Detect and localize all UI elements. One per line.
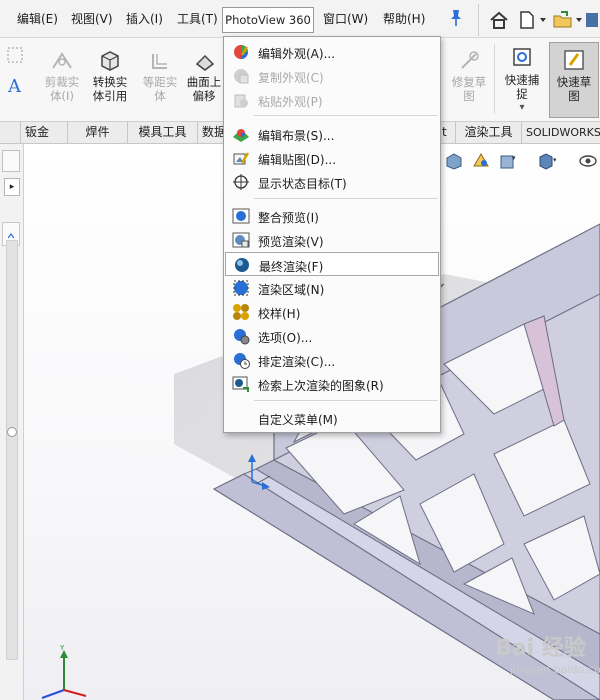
menu-item-recall-last-render[interactable]: 检索上次渲染的图象(R)	[225, 372, 439, 396]
menu-item-schedule-render[interactable]: 排定渲染(C)...	[225, 348, 439, 372]
menu-view[interactable]: 视图(V)	[71, 10, 113, 27]
expand-arrow-icon[interactable]: ▸	[4, 178, 20, 196]
schedule-render-icon	[234, 353, 250, 369]
menu-photoview360[interactable]: PhotoView 360	[222, 7, 314, 33]
paste-appearance-icon	[234, 94, 248, 108]
chevron-up-icon[interactable]	[7, 228, 15, 239]
render-region-icon	[233, 280, 249, 296]
menu-item-edit-appearance[interactable]: 编辑外观(A)...	[225, 40, 439, 64]
ribbon-separator	[494, 44, 495, 114]
menu-item-render-region[interactable]: 渲染区域(N)	[225, 276, 439, 300]
menu-item-integrated-preview[interactable]: 整合预览(I)	[225, 204, 439, 228]
convert-entities-button[interactable]: 转换实 体引用	[86, 50, 134, 103]
quick-snaps-icon	[513, 48, 531, 66]
feature-manager-panel: ▸	[0, 144, 24, 700]
menu-item-paste-appearance[interactable]: 粘贴外观(P)	[225, 88, 439, 112]
menu-item-preview-render[interactable]: 预览渲染(V)	[225, 228, 439, 252]
edit-appearance-icon	[234, 45, 249, 59]
menu-window[interactable]: 窗口(W)	[323, 10, 368, 27]
menu-insert[interactable]: 插入(I)	[126, 10, 163, 27]
menu-item-final-render[interactable]: 最终渲染(F)	[225, 252, 439, 276]
tab-solidworks[interactable]: SOLIDWORKS	[522, 122, 600, 144]
open-folder-icon[interactable]	[553, 10, 573, 30]
offset-on-surface-button[interactable]: 曲面上 偏移	[185, 50, 223, 103]
repair-sketch-icon	[461, 51, 479, 69]
chevron-down-icon[interactable]	[540, 18, 546, 22]
trim-entities-button[interactable]: 剪裁实 体(I)	[40, 50, 84, 103]
pin-icon[interactable]	[449, 9, 463, 27]
menu-item-show-state-target[interactable]: 显示状态目标(T)	[225, 170, 439, 194]
view-triad-icon: Y	[41, 644, 87, 699]
svg-text:A: A	[7, 76, 22, 97]
options-icon	[234, 329, 250, 345]
menu-item-proof[interactable]: 校样(H)	[225, 300, 439, 324]
edit-scene-icon	[233, 129, 249, 142]
offset-entities-button[interactable]: 等距实 体	[138, 50, 182, 103]
copy-appearance-icon	[234, 69, 249, 84]
final-render-icon	[235, 258, 249, 272]
preview-render-icon	[232, 232, 250, 248]
integrated-preview-icon	[232, 208, 250, 224]
menu-bar: 编辑(E) 视图(V) 插入(I) 工具(T) PhotoView 360 窗口…	[0, 0, 600, 38]
repair-sketch-button[interactable]: 修复草 图	[447, 50, 491, 103]
proof-icon	[233, 304, 249, 320]
menu-item-customize-menu[interactable]: 自定义菜单(M)	[225, 406, 439, 430]
panel-tab[interactable]	[2, 150, 20, 172]
quick-access-toolbar	[478, 4, 600, 36]
menu-item-copy-appearance[interactable]: 复制外观(C)	[225, 64, 439, 88]
baidu-watermark-url: jingyan.baidu.com	[510, 663, 600, 676]
offset-icon	[152, 54, 167, 69]
tab-sheet-metal[interactable]: 钣金	[20, 122, 68, 144]
home-icon[interactable]	[489, 10, 509, 30]
edit-decal-icon	[233, 152, 250, 165]
trim-icon	[52, 52, 72, 69]
menu-item-edit-decal[interactable]: 编辑贴图(D)...	[225, 146, 439, 170]
menu-edit[interactable]: 编辑(E)	[17, 10, 58, 27]
menu-item-edit-scene[interactable]: 编辑布景(S)...	[225, 122, 439, 146]
menu-help[interactable]: 帮助(H)	[383, 10, 425, 27]
photoview360-menu: 编辑外观(A)... 复制外观(C) 粘贴外观(P) 编辑布景(S)... 编辑…	[223, 36, 441, 433]
tab-mold-tools[interactable]: 模具工具	[128, 122, 198, 144]
target-icon	[233, 174, 249, 190]
convert-entities-icon	[101, 51, 119, 71]
chevron-down-icon[interactable]: ▾	[498, 101, 546, 115]
chevron-down-icon[interactable]	[576, 18, 582, 22]
menu-item-options[interactable]: 选项(O)...	[225, 324, 439, 348]
menu-tools[interactable]: 工具(T)	[177, 10, 218, 27]
menu-separator	[254, 198, 438, 199]
sketch-tools-icon[interactable]: A	[2, 46, 26, 106]
menu-separator	[254, 115, 438, 116]
svg-text:Y: Y	[59, 644, 65, 652]
rapid-sketch-button[interactable]: 快速草 图	[550, 48, 598, 103]
save-icon[interactable]	[585, 10, 599, 30]
recall-render-icon	[232, 376, 249, 392]
surface-offset-icon	[195, 54, 215, 71]
splitter-handle[interactable]	[7, 427, 17, 437]
panel-scrollbar[interactable]	[6, 240, 18, 660]
rapid-sketch-icon	[564, 50, 584, 70]
tab-weldments[interactable]: 焊件	[68, 122, 128, 144]
new-document-icon[interactable]	[517, 10, 537, 30]
quick-snaps-button[interactable]: 快速捕 捉 ▾	[498, 46, 546, 115]
tab-data[interactable]: 数据	[198, 122, 226, 144]
tab-render-tools[interactable]: 渲染工具	[456, 122, 522, 144]
menu-separator	[254, 400, 438, 401]
baidu-watermark: Bai 经验	[495, 636, 586, 661]
